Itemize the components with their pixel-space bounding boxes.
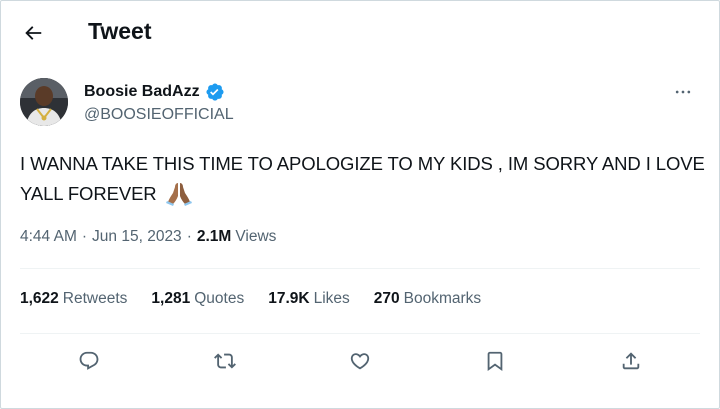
stat-label: Quotes (194, 290, 245, 307)
stat-label: Bookmarks (403, 290, 482, 307)
tweet-actions (20, 340, 700, 380)
tweet-body: I WANNA TAKE THIS TIME TO APOLOGIZE TO M… (20, 153, 705, 204)
stat-bookmarks[interactable]: 270 Bookmarks (374, 290, 481, 308)
tweet-date[interactable]: Jun 15, 2023 (92, 228, 182, 246)
divider (20, 268, 700, 269)
back-button[interactable] (18, 18, 48, 48)
author-handle[interactable]: @BOOSIEOFFICIAL (84, 106, 234, 124)
tweet-author: Boosie BadAzz @BOOSIEOFFICIAL (20, 78, 700, 128)
bookmark-icon (487, 351, 503, 372)
meta-separator: · (186, 228, 192, 245)
more-horizontal-icon (675, 90, 691, 94)
stat-count: 1,622 (20, 290, 59, 307)
stat-retweets[interactable]: 1,622 Retweets (20, 290, 127, 308)
tweet-header: Tweet (0, 0, 720, 64)
stat-likes[interactable]: 17.9K Likes (268, 290, 350, 308)
views-count: 2.1M (196, 228, 232, 245)
divider (20, 333, 700, 334)
author-display-name[interactable]: Boosie BadAzz (84, 83, 200, 101)
avatar[interactable] (20, 78, 68, 126)
verified-badge-icon (205, 82, 225, 102)
tweet-text: I WANNA TAKE THIS TIME TO APOLOGIZE TO M… (20, 149, 705, 215)
reply-icon (79, 351, 99, 370)
reply-button[interactable] (76, 348, 102, 374)
share-button[interactable] (618, 348, 644, 374)
stat-quotes[interactable]: 1,281 Quotes (151, 290, 244, 308)
like-button[interactable] (347, 348, 373, 374)
stat-label: Likes (313, 290, 350, 307)
retweet-button[interactable] (212, 348, 238, 374)
views-label: Views (235, 228, 277, 245)
retweet-icon (214, 353, 236, 369)
stat-count: 270 (373, 290, 400, 307)
more-options-button[interactable] (668, 80, 698, 104)
stat-count: 1,281 (151, 290, 191, 307)
arrow-left-icon (25, 26, 42, 40)
share-icon (622, 352, 640, 370)
heart-icon (350, 353, 370, 370)
page-title: Tweet (88, 18, 152, 44)
stat-count: 17.9K (268, 290, 310, 307)
tweet-meta: 4:44 AM · Jun 15, 2023 · 2.1M Views (20, 228, 276, 246)
folded-hands-emoji-icon (165, 180, 193, 215)
bookmark-button[interactable] (482, 348, 508, 374)
tweet-time[interactable]: 4:44 AM (20, 228, 77, 246)
stat-label: Retweets (62, 290, 128, 307)
meta-separator: · (81, 228, 88, 245)
tweet-stats: 1,622 Retweets 1,281 Quotes 17.9K Likes 270… (20, 290, 505, 308)
